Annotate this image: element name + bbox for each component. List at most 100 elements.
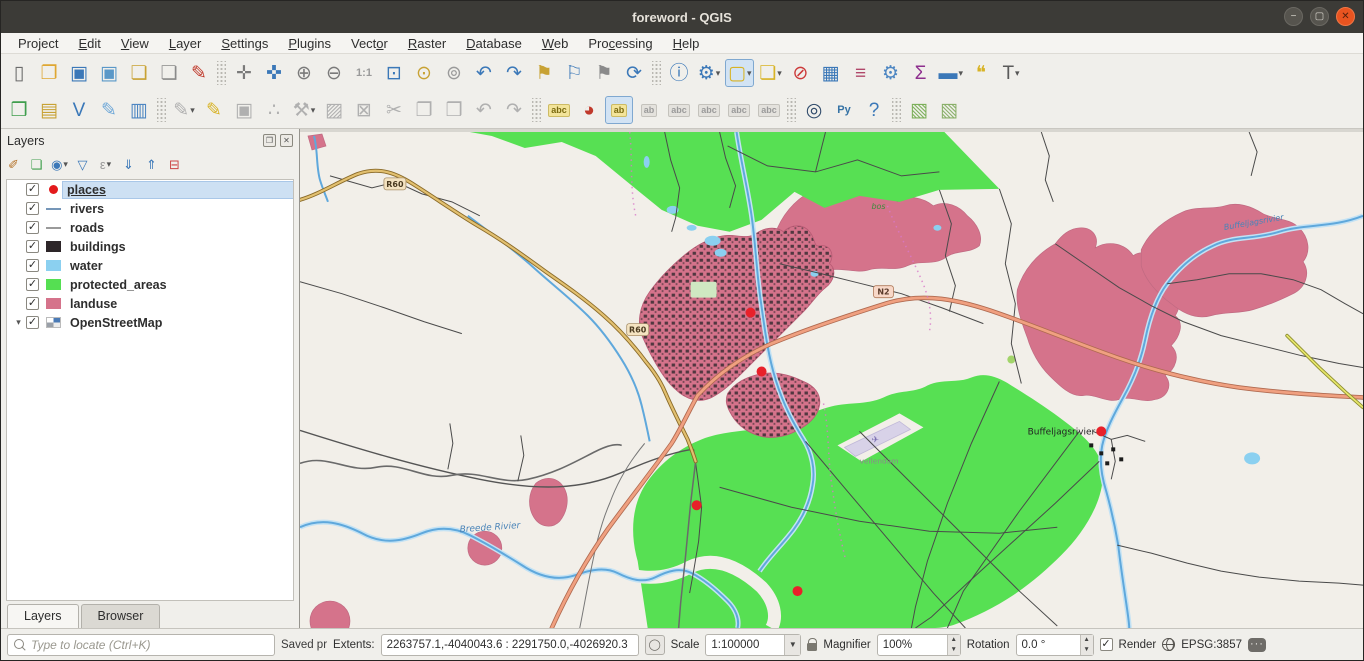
layer-visibility-checkbox[interactable]: ✓ (26, 221, 39, 234)
open-project-button[interactable]: ❐ (35, 59, 63, 87)
spin-down-icon[interactable]: ▼ (1081, 645, 1093, 655)
spin-down-icon[interactable]: ▼ (948, 645, 960, 655)
map-tips-button[interactable]: ❝ (967, 59, 995, 87)
save-project-button[interactable]: ▣ (65, 59, 93, 87)
layer-item-rivers[interactable]: ✓rivers (7, 199, 293, 218)
help-contents-button[interactable]: ? (860, 96, 888, 124)
layer-diagram-options-button[interactable]: ◕ (575, 96, 603, 124)
new-spatial-bookmark-button[interactable]: ⚑ (530, 59, 558, 87)
layer-item-protected_areas[interactable]: ✓protected_areas (7, 275, 293, 294)
minimize-icon[interactable]: − (1284, 7, 1303, 26)
highlight-pinned-labels-button[interactable]: ab (605, 96, 633, 124)
collapse-all-button[interactable]: ⇑ (141, 154, 162, 175)
layer-visibility-checkbox[interactable]: ✓ (26, 316, 39, 329)
zoom-to-layer-button[interactable]: ⊚ (440, 59, 468, 87)
new-print-layout-button[interactable]: ❏ (125, 59, 153, 87)
extents-to-canvas-button[interactable]: ◯ (645, 635, 665, 655)
show-layout-manager-button[interactable]: ❏ (155, 59, 183, 87)
manage-map-themes-button[interactable]: ◉▾ (49, 154, 70, 175)
spin-up-icon[interactable]: ▲ (948, 635, 960, 645)
menu-web[interactable]: Web (533, 34, 578, 53)
menu-settings[interactable]: Settings (212, 34, 277, 53)
layer-item-buildings[interactable]: ✓buildings (7, 237, 293, 256)
lock-scale-icon[interactable] (807, 643, 817, 651)
layer-item-roads[interactable]: ✓roads (7, 218, 293, 237)
render-checkbox[interactable]: ✓ (1100, 638, 1113, 651)
layer-item-OpenStreetMap[interactable]: ▾✓OpenStreetMap (7, 313, 293, 332)
new-project-button[interactable]: ▯ (5, 59, 33, 87)
crs-value[interactable]: EPSG:3857 (1181, 639, 1242, 651)
run-feature-action-button[interactable]: ⚙▾ (695, 59, 723, 87)
title-bar[interactable]: foreword - QGIS − ▢ ✕ (1, 1, 1363, 33)
layer-visibility-checkbox[interactable]: ✓ (26, 297, 39, 310)
crs-globe-icon[interactable] (1162, 638, 1175, 651)
add-group-button[interactable]: ❏ (26, 154, 47, 175)
pan-map-button[interactable]: ✛ (230, 59, 258, 87)
menu-project[interactable]: Project (9, 34, 67, 53)
magnifier-spinbox[interactable]: 100% ▲▼ (877, 634, 961, 656)
zoom-full-extent-button[interactable]: ⊡ (380, 59, 408, 87)
menu-edit[interactable]: Edit (69, 34, 109, 53)
select-features-by-value-button[interactable]: ❏▾ (756, 59, 784, 87)
filter-legend-button[interactable]: ▽ (72, 154, 93, 175)
refresh-map-button[interactable]: ⟳ (620, 59, 648, 87)
expand-all-button[interactable]: ⇓ (118, 154, 139, 175)
show-spatial-bookmarks-button[interactable]: ⚐ (560, 59, 588, 87)
menu-raster[interactable]: Raster (399, 34, 455, 53)
open-attribute-table-button[interactable]: ▦ (816, 59, 844, 87)
extents-value-box[interactable]: 2263757.1,-4040043.6 : 2291750.0,-402692… (381, 634, 639, 656)
select-features-button[interactable]: ▢▾ (725, 59, 754, 87)
statistical-summary-button[interactable]: Σ (906, 59, 934, 87)
pan-map-to-selection-button[interactable]: ✜ (260, 59, 288, 87)
menu-database[interactable]: Database (457, 34, 531, 53)
menu-help[interactable]: Help (664, 34, 709, 53)
zoom-out-button[interactable]: ⊖ (320, 59, 348, 87)
remove-layer-button[interactable]: ⊟ (164, 154, 185, 175)
new-shapefile-layer-button[interactable]: V (65, 96, 93, 124)
layer-visibility-checkbox[interactable]: ✓ (26, 259, 39, 272)
metasearch-button[interactable]: ◎ (800, 96, 828, 124)
panel-float-icon[interactable]: ❐ (263, 134, 276, 147)
close-icon[interactable]: ✕ (1336, 7, 1355, 26)
style-manager-button[interactable]: ✎ (185, 59, 213, 87)
layer-item-water[interactable]: ✓water (7, 256, 293, 275)
layer-labeling-options-button[interactable]: abc (545, 96, 573, 124)
panel-close-icon[interactable]: ✕ (280, 134, 293, 147)
layer-visibility-checkbox[interactable]: ✓ (26, 240, 39, 253)
open-layer-styling-dock-button[interactable]: ✐ (3, 154, 24, 175)
zoom-to-selection-button[interactable]: ⊙ (410, 59, 438, 87)
locate-input[interactable]: Type to locate (Ctrl+K) (7, 634, 275, 656)
menu-vector[interactable]: Vector (342, 34, 397, 53)
field-calculator-button[interactable]: ≡ (846, 59, 874, 87)
python-console-button[interactable]: Py (830, 96, 858, 124)
new-virtual-layer-button[interactable]: ▥ (125, 96, 153, 124)
scale-combobox[interactable]: 1:100000 ▼ (705, 634, 801, 656)
zoom-next-button[interactable]: ↷ (500, 59, 528, 87)
processing-toolbox-button[interactable]: ⚙ (876, 59, 904, 87)
layer-item-places[interactable]: ✓places (7, 180, 293, 199)
deselect-features-button[interactable]: ⊘ (786, 59, 814, 87)
show-bookmark-manager-button[interactable]: ⚑ (590, 59, 618, 87)
layer-visibility-checkbox[interactable]: ✓ (26, 183, 39, 196)
chevron-down-icon[interactable]: ▼ (784, 635, 800, 655)
messages-icon[interactable]: ··· (1248, 638, 1266, 652)
tab-layers[interactable]: Layers (7, 604, 79, 628)
text-annotation-button[interactable]: T▾ (997, 59, 1025, 87)
menu-plugins[interactable]: Plugins (279, 34, 340, 53)
identify-features-button[interactable]: ⓘ (665, 59, 693, 87)
rotation-spinbox[interactable]: 0.0 ° ▲▼ (1016, 634, 1094, 656)
zoom-native-resolution-button[interactable]: 1:1 (350, 59, 378, 87)
menu-processing[interactable]: Processing (579, 34, 661, 53)
new-geopackage-layer-button[interactable]: ▤ (35, 96, 63, 124)
plugin-map-tool-2-button[interactable]: ▧ (935, 96, 963, 124)
tab-browser[interactable]: Browser (81, 604, 161, 628)
map-canvas[interactable]: ✈ (300, 129, 1363, 628)
toggle-editing-button[interactable]: ✎ (200, 96, 228, 124)
zoom-in-button[interactable]: ⊕ (290, 59, 318, 87)
layer-item-landuse[interactable]: ✓landuse (7, 294, 293, 313)
maximize-icon[interactable]: ▢ (1310, 7, 1329, 26)
open-data-source-manager-button[interactable]: ❒ (5, 96, 33, 124)
layer-visibility-checkbox[interactable]: ✓ (26, 202, 39, 215)
save-project-as-button[interactable]: ▣ (95, 59, 123, 87)
layer-visibility-checkbox[interactable]: ✓ (26, 278, 39, 291)
